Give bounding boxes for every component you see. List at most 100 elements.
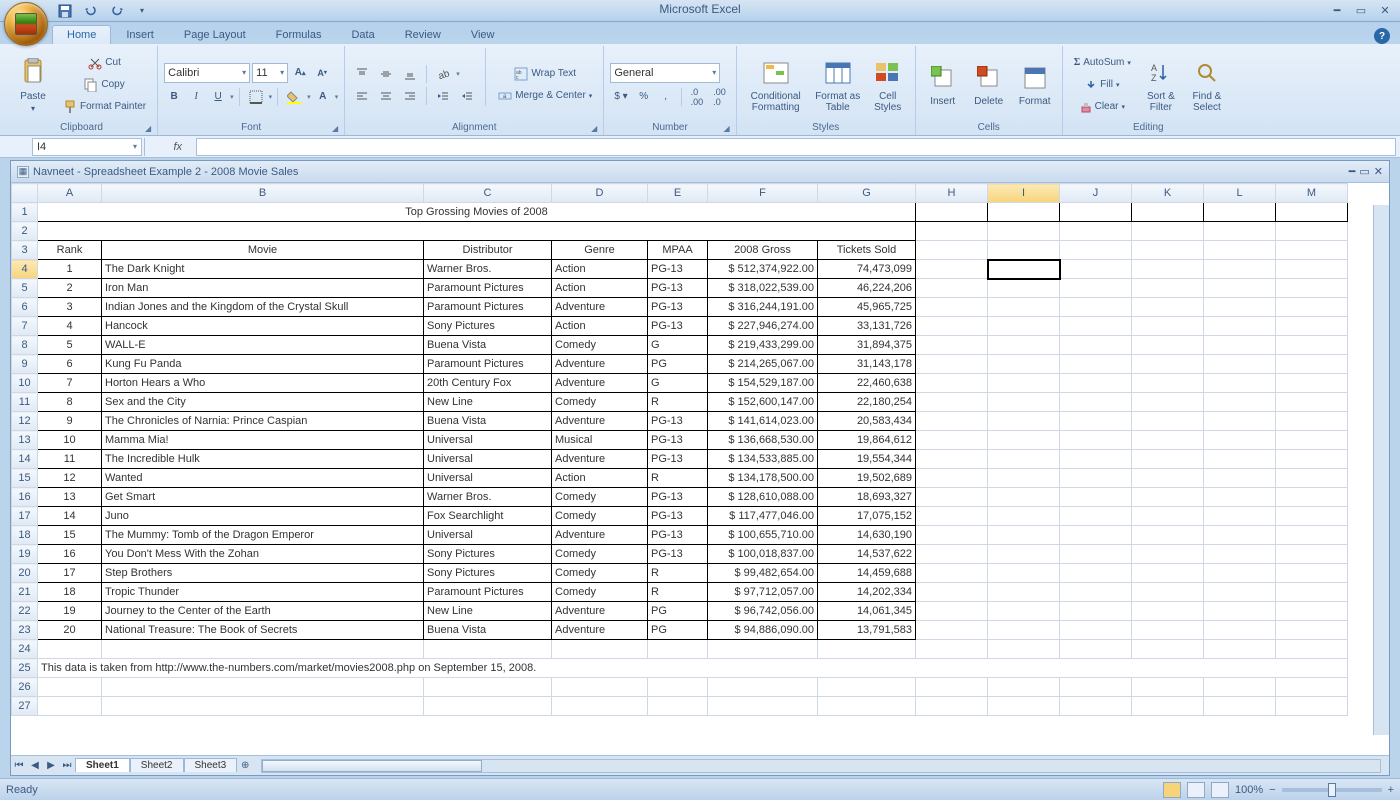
tab-data[interactable]: Data — [336, 25, 389, 44]
zoom-out-button[interactable]: − — [1269, 784, 1275, 796]
qat-redo[interactable] — [106, 1, 128, 21]
underline-button[interactable]: U — [208, 87, 228, 107]
clear-button[interactable]: Clear▾ — [1069, 97, 1136, 117]
cell-note[interactable]: This data is taken from http://www.the-n… — [38, 659, 1348, 678]
sort-filter-button[interactable]: AZSort & Filter — [1140, 48, 1182, 121]
shrink-font-button[interactable]: A▾ — [312, 63, 332, 83]
tab-nav-last[interactable]: ⏭ — [59, 758, 75, 774]
help-icon[interactable]: ? — [1374, 28, 1390, 44]
sheet-tab-sheet1[interactable]: Sheet1 — [75, 758, 130, 772]
col-header-K[interactable]: K — [1132, 184, 1204, 203]
view-pagebreak-button[interactable] — [1211, 782, 1229, 798]
tab-formulas[interactable]: Formulas — [261, 25, 337, 44]
decrease-decimal-button[interactable]: .00.0 — [709, 87, 730, 107]
qat-undo[interactable] — [80, 1, 102, 21]
sheet-tab-sheet2[interactable]: Sheet2 — [130, 758, 184, 772]
doc-close[interactable]: ✕ — [1374, 165, 1383, 178]
zoom-slider[interactable] — [1282, 788, 1382, 792]
bold-button[interactable]: B — [164, 87, 184, 107]
percent-button[interactable]: % — [634, 87, 654, 107]
paste-button[interactable]: Paste▾ — [12, 48, 54, 121]
conditional-formatting-button[interactable]: Conditional Formatting — [743, 48, 809, 121]
col-header-H[interactable]: H — [916, 184, 988, 203]
number-format-combo[interactable]: General▾ — [610, 63, 720, 83]
close-button[interactable]: ✕ — [1374, 3, 1396, 19]
select-all-corner[interactable] — [12, 184, 38, 203]
alignment-dialog-icon[interactable]: ◢ — [591, 124, 597, 133]
tab-page-layout[interactable]: Page Layout — [169, 25, 261, 44]
autosum-button[interactable]: ΣAutoSum▾ — [1069, 53, 1136, 73]
italic-button[interactable]: I — [186, 87, 206, 107]
increase-indent-button[interactable] — [456, 86, 478, 106]
number-dialog-icon[interactable]: ◢ — [724, 124, 730, 133]
align-middle-button[interactable] — [375, 64, 397, 84]
fill-button[interactable]: Fill▾ — [1069, 75, 1136, 95]
office-button[interactable] — [4, 2, 48, 46]
align-bottom-button[interactable] — [399, 64, 421, 84]
restore-button[interactable]: ▭ — [1350, 3, 1372, 19]
horizontal-scrollbar[interactable] — [261, 759, 1381, 773]
grow-font-button[interactable]: A▴ — [290, 63, 310, 83]
fill-color-button[interactable] — [283, 87, 305, 107]
qat-customize[interactable]: ▾ — [132, 1, 152, 21]
orientation-button[interactable]: ab — [432, 64, 454, 84]
tab-nav-first[interactable]: ⏮ — [11, 758, 27, 774]
qat-save[interactable] — [54, 1, 76, 21]
vertical-scrollbar[interactable] — [1373, 205, 1389, 735]
col-header-D[interactable]: D — [552, 184, 648, 203]
currency-button[interactable]: $ ▾ — [610, 87, 631, 107]
find-select-button[interactable]: Find & Select — [1186, 48, 1228, 121]
col-header-J[interactable]: J — [1060, 184, 1132, 203]
increase-decimal-button[interactable]: .0.00 — [687, 87, 708, 107]
spreadsheet-grid[interactable]: ABCDEFGHIJKLM1Top Grossing Movies of 200… — [11, 183, 1348, 716]
minimize-button[interactable]: ━ — [1326, 3, 1348, 19]
merge-center-button[interactable]: aMerge & Center▾ — [493, 86, 597, 106]
tab-nav-prev[interactable]: ◀ — [27, 758, 43, 774]
format-as-table-button[interactable]: Format as Table — [813, 48, 863, 121]
font-size-combo[interactable]: 11▾ — [252, 63, 288, 83]
tab-review[interactable]: Review — [390, 25, 456, 44]
decrease-indent-button[interactable] — [432, 86, 454, 106]
col-header-B[interactable]: B — [102, 184, 424, 203]
align-top-button[interactable] — [351, 64, 373, 84]
font-color-button[interactable]: A — [313, 87, 333, 107]
view-normal-button[interactable] — [1163, 782, 1181, 798]
format-cells-button[interactable]: Format — [1014, 48, 1056, 121]
comma-button[interactable]: , — [656, 87, 676, 107]
col-header-G[interactable]: G — [818, 184, 916, 203]
align-center-button[interactable] — [375, 86, 397, 106]
col-header-A[interactable]: A — [38, 184, 102, 203]
cut-button[interactable]: Cut — [58, 53, 151, 73]
insert-sheet-button[interactable]: ⊕ — [237, 758, 253, 774]
format-painter-button[interactable]: Format Painter — [58, 97, 151, 117]
col-header-I[interactable]: I — [988, 184, 1060, 203]
copy-button[interactable]: Copy — [58, 75, 151, 95]
clipboard-dialog-icon[interactable]: ◢ — [145, 124, 151, 133]
col-header-M[interactable]: M — [1276, 184, 1348, 203]
doc-restore[interactable]: ▭ — [1359, 165, 1369, 178]
view-layout-button[interactable] — [1187, 782, 1205, 798]
formula-input[interactable] — [196, 138, 1396, 156]
col-header-L[interactable]: L — [1204, 184, 1276, 203]
cell-styles-button[interactable]: Cell Styles — [867, 48, 909, 121]
insert-cells-button[interactable]: Insert — [922, 48, 964, 121]
delete-cells-button[interactable]: Delete — [968, 48, 1010, 121]
cell-title[interactable]: Top Grossing Movies of 2008 — [38, 203, 916, 222]
col-header-E[interactable]: E — [648, 184, 708, 203]
wrap-text-button[interactable]: abcWrap Text — [493, 64, 597, 84]
col-header-F[interactable]: F — [708, 184, 818, 203]
col-header-C[interactable]: C — [424, 184, 552, 203]
tab-nav-next[interactable]: ▶ — [43, 758, 59, 774]
font-dialog-icon[interactable]: ◢ — [332, 124, 338, 133]
name-box[interactable]: I4▾ — [32, 138, 142, 156]
fx-icon[interactable]: fx — [173, 141, 182, 153]
border-button[interactable] — [245, 87, 267, 107]
zoom-in-button[interactable]: + — [1388, 784, 1394, 796]
doc-minimize[interactable]: ━ — [1349, 165, 1356, 178]
align-right-button[interactable] — [399, 86, 421, 106]
tab-insert[interactable]: Insert — [111, 25, 169, 44]
align-left-button[interactable] — [351, 86, 373, 106]
sheet-tab-sheet3[interactable]: Sheet3 — [184, 758, 238, 772]
tab-home[interactable]: Home — [52, 25, 111, 44]
tab-view[interactable]: View — [456, 25, 510, 44]
